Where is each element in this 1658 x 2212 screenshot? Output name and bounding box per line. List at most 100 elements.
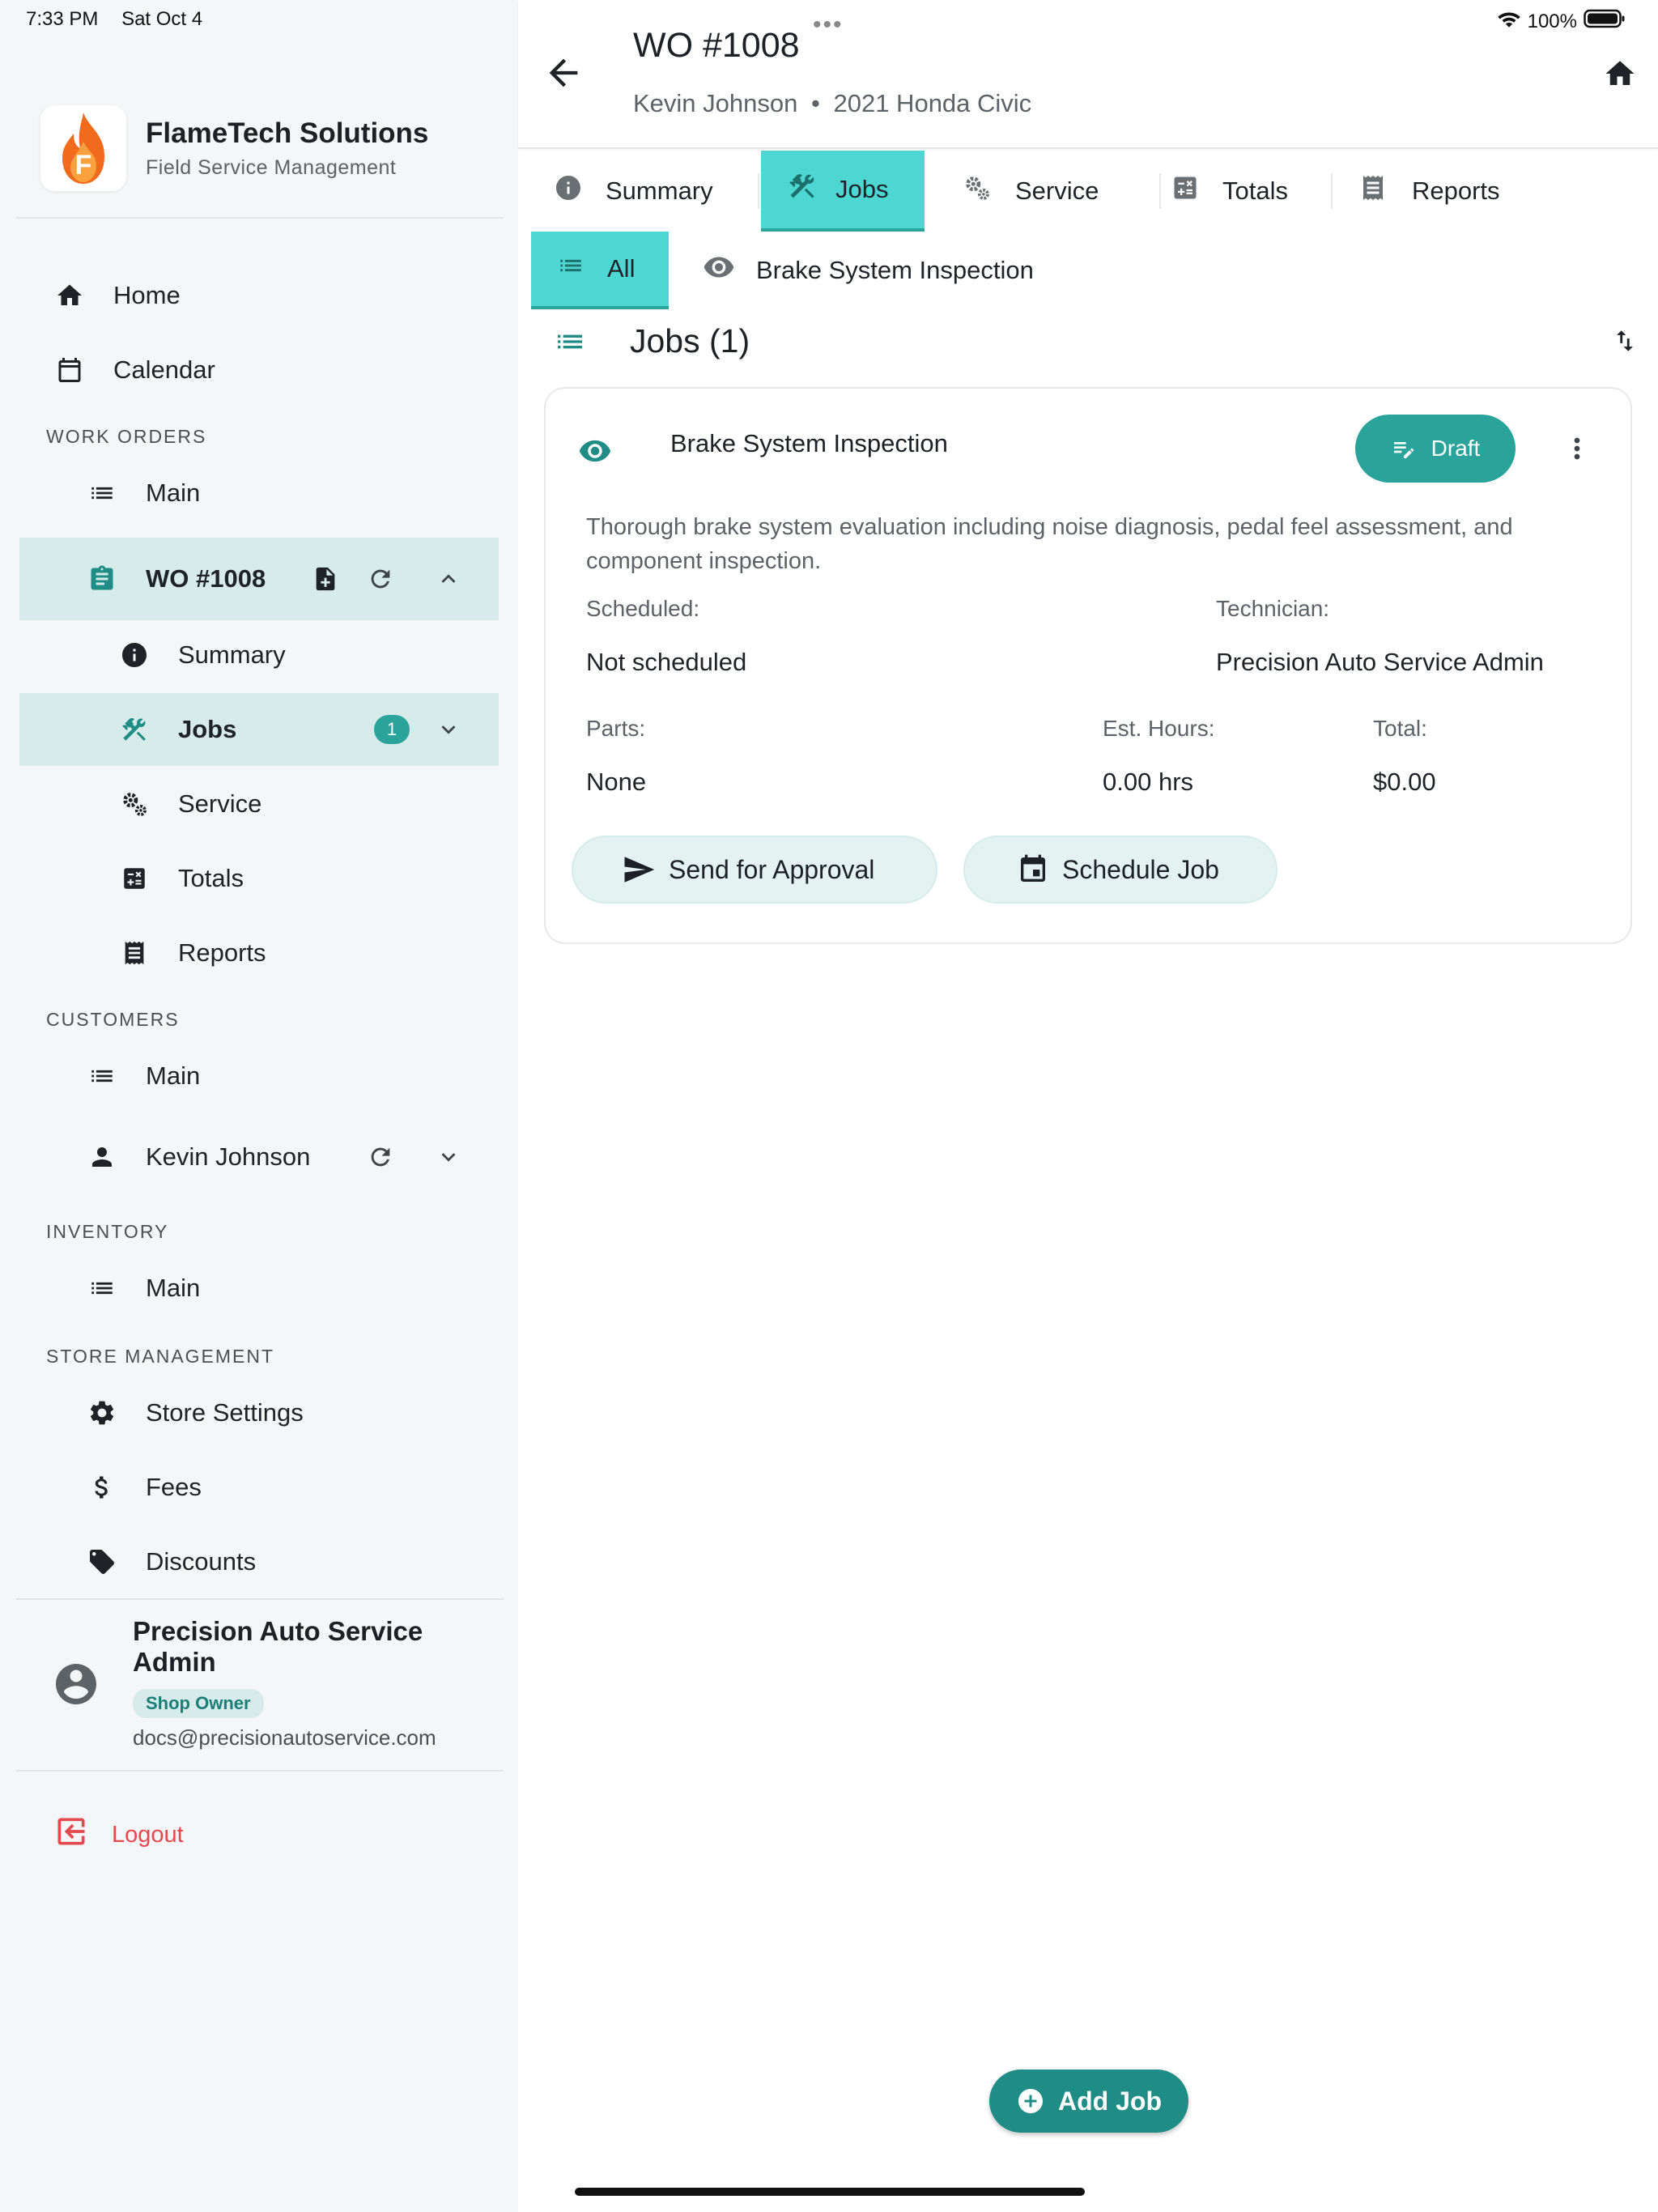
sidebar-item-home[interactable]: Home [19,259,499,332]
brand: F FlameTech Solutions Field Service Mana… [40,105,428,191]
tab-reports[interactable]: Reports [1358,151,1553,232]
job-description: Thorough brake system evaluation includi… [586,514,1513,574]
user-name: Precision Auto Service Admin [133,1616,423,1677]
sidebar-item-label: Service [178,789,262,818]
schedule-job-button[interactable]: Schedule Job [963,836,1278,904]
divider [1331,173,1333,209]
add-document-icon[interactable] [308,561,343,597]
list-icon [84,1058,120,1094]
scheduled-value: Not scheduled [586,648,747,676]
account-circle-icon [52,1660,100,1712]
sidebar-item-totals[interactable]: Totals [19,842,499,915]
add-circle-icon [1018,2089,1043,2113]
send-for-approval-button[interactable]: Send for Approval [572,836,937,904]
sidebar-item-label: Main [146,1274,201,1302]
status-date: Sat Oct 4 [121,8,203,30]
back-arrow-icon[interactable] [542,52,585,98]
sidebar-item-jobs[interactable]: Jobs 1 [19,693,499,766]
status-bar-left: 7:33 PM Sat Oct 4 [26,8,220,31]
sidebar-item-service[interactable]: Service [19,768,499,840]
job-card[interactable]: Brake System Inspection Draft Thorough b… [544,387,1632,944]
tab-jobs[interactable]: Jobs [761,151,925,232]
refresh-icon[interactable] [363,1139,398,1175]
sidebar-item-wo-current[interactable]: WO #1008 [19,538,499,620]
divider [16,217,504,219]
tab-label: Reports [1412,177,1500,205]
parts-label: Parts: [586,716,646,741]
sidebar-item-label: Fees [146,1473,202,1501]
scheduled-label: Scheduled: [586,596,700,621]
sidebar-item-label: Reports [178,938,266,967]
info-icon [554,173,583,209]
job-name: Brake System Inspection [670,429,948,457]
tab-label: Jobs [835,175,889,203]
customer-name: Kevin Johnson [633,89,798,117]
sidebar-item-customer-current[interactable]: Kevin Johnson [19,1121,499,1193]
tab-label: Summary [606,177,713,205]
chevron-up-icon[interactable] [431,561,466,597]
wifi-icon [1497,9,1521,34]
sort-icon[interactable] [1611,327,1639,359]
tab-label: Totals [1222,177,1288,205]
event-icon [1021,854,1045,882]
subtab-all[interactable]: All [531,232,669,309]
clipboard-icon [84,561,120,597]
hours-value: 0.00 hrs [1103,768,1194,796]
tab-service[interactable]: Service [962,151,1140,232]
technician-label: Technician: [1216,596,1330,621]
job-status-button[interactable]: Draft [1355,415,1516,483]
sidebar-item-summary[interactable]: Summary [19,619,499,691]
sidebar-item-store-settings[interactable]: Store Settings [19,1376,499,1449]
refresh-icon[interactable] [363,561,398,597]
user-email: docs@precisionautoservice.com [133,1725,436,1750]
list-icon [554,325,586,362]
sidebar-item-calendar[interactable]: Calendar [19,334,499,406]
brand-name: FlameTech Solutions [146,117,429,149]
sidebar-item-fees[interactable]: Fees [19,1451,499,1524]
divider [1159,173,1161,209]
job-status-label: Draft [1431,436,1481,461]
chevron-down-icon[interactable] [431,1139,466,1175]
section-work-orders: WORK ORDERS [46,426,207,447]
jobs-header: Jobs (1) [518,311,1658,376]
home-icon[interactable] [1603,57,1637,95]
section-customers: CUSTOMERS [46,1009,180,1030]
list-icon [84,1270,120,1306]
main-content: ••• 100% WO #1008 Kevin Johnson • 2021 H… [518,0,1658,2212]
user-profile[interactable]: Precision Auto Service Admin Shop Owner … [19,1600,499,1770]
sidebar-item-wo-main[interactable]: Main [19,457,499,530]
tab-totals[interactable]: Totals [1171,151,1333,232]
more-vertical-icon[interactable] [1561,432,1593,469]
sidebar-item-inventory-main[interactable]: Main [19,1252,499,1325]
eye-icon [578,434,612,472]
sidebar-item-reports[interactable]: Reports [19,917,499,989]
gear-icon [84,1395,120,1431]
vehicle-name: 2021 Honda Civic [833,89,1032,117]
calendar-icon [52,352,87,388]
logout-button[interactable]: Logout [53,1814,184,1856]
total-value: $0.00 [1373,768,1436,796]
add-job-label: Add Job [1058,2086,1162,2116]
jobs-title: Jobs (1) [630,322,750,359]
subtab-brake-inspection[interactable]: Brake System Inspection [703,232,1188,309]
job-filter-tabs: All Brake System Inspection [518,232,1658,309]
sidebar-item-label: Main [146,1061,201,1090]
chevron-down-icon[interactable] [431,712,466,747]
add-job-button[interactable]: Add Job [989,2069,1188,2133]
subtab-label: All [607,254,636,283]
sidebar-item-label: Jobs [178,715,237,743]
edit-note-icon [1393,442,1414,458]
tools-icon [117,712,152,747]
sidebar-item-customers-main[interactable]: Main [19,1040,499,1112]
section-inventory: INVENTORY [46,1221,169,1242]
header: ••• 100% WO #1008 Kevin Johnson • 2021 H… [518,0,1658,149]
receipt-icon [117,935,152,971]
flame-icon: F [62,113,104,184]
multitask-dots-icon[interactable]: ••• [813,11,844,39]
parts-value: None [586,768,647,796]
sidebar-item-discounts[interactable]: Discounts [19,1525,499,1598]
gears-icon [962,172,993,210]
role-badge: Shop Owner [133,1689,264,1718]
hours-label: Est. Hours: [1103,716,1215,741]
button-label: Schedule Job [1062,854,1219,884]
